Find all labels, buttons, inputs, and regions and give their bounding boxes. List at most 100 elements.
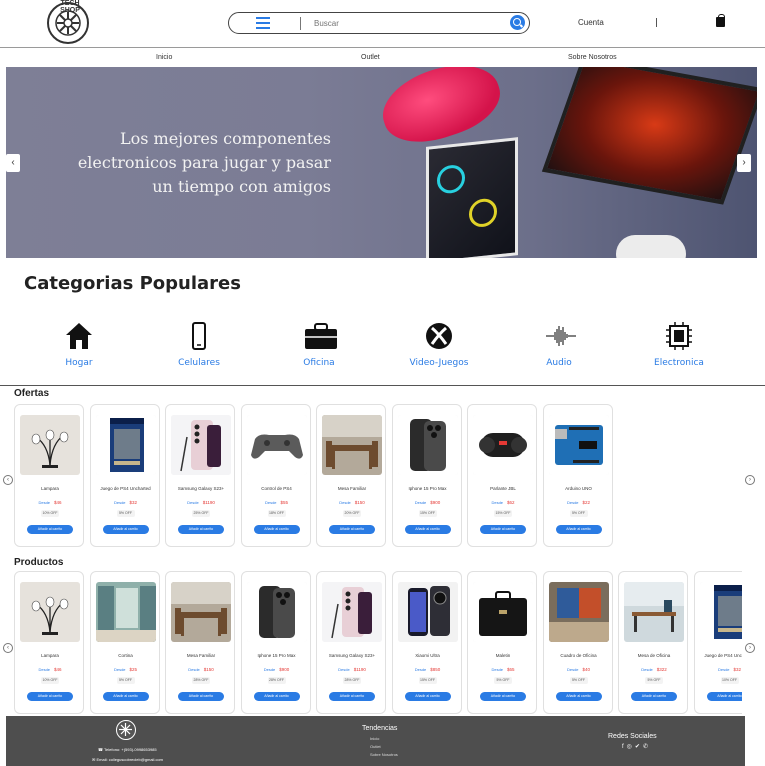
product-name[interactable]: Iphone 15 Pro Max (242, 653, 312, 658)
product-image[interactable] (95, 415, 156, 475)
product-name[interactable]: Lampara (15, 653, 85, 658)
product-image[interactable] (473, 582, 533, 642)
shopping-bag-icon[interactable] (716, 14, 725, 27)
footer-link-outlet[interactable]: Outlet (370, 744, 381, 749)
offers-next-button[interactable]: › (745, 475, 755, 485)
product-name[interactable]: Cuadro de Oficina (544, 653, 614, 658)
product-card[interactable]: Cuadro de Oficina Desde $40 5% OFF Añadir al… (542, 571, 614, 714)
product-image[interactable] (397, 582, 458, 642)
product-name[interactable]: Juego de PS4 Uncharted (91, 486, 161, 491)
product-image[interactable] (246, 582, 307, 642)
add-to-cart-button[interactable]: Añadir al carrito (480, 692, 526, 701)
product-image[interactable] (548, 415, 609, 475)
product-card[interactable]: Juego de PS4 Uncharted Desde$32 10% OFF Aña… (693, 571, 742, 714)
product-image[interactable] (246, 415, 307, 475)
product-name[interactable]: Maletin (468, 653, 538, 658)
twitter-icon[interactable]: ✔ (635, 744, 643, 750)
search-icon[interactable] (510, 15, 525, 30)
footer-logo[interactable] (116, 720, 136, 740)
product-name[interactable]: Mesa Familiar (166, 653, 236, 658)
instagram-icon[interactable]: ◎ (627, 744, 635, 750)
product-card[interactable]: Xiaomi Ultra Desde $850 15% OFF Añadir al ca… (391, 571, 463, 714)
product-name[interactable]: Parlante JBL (468, 486, 538, 491)
category-oficina[interactable]: Oficina (274, 322, 364, 368)
add-to-cart-button[interactable]: Añadir al carrito (631, 692, 677, 701)
product-name[interactable]: Juego de PS4 Uncharted (695, 653, 742, 658)
product-card[interactable]: Control de PS4 Desde $55 18% OFF Añadir al c… (240, 404, 312, 547)
category-video-juegos[interactable]: Video-Juegos (394, 322, 484, 368)
hamburger-menu-icon[interactable] (256, 17, 270, 29)
product-image[interactable] (699, 582, 742, 642)
category-celulares[interactable]: Celulares (154, 322, 244, 368)
product-card[interactable]: Lampara Desde $46 10% OFF Añadir al carrito (14, 571, 84, 714)
category-hogar[interactable]: Hogar (34, 322, 124, 368)
product-image[interactable] (624, 582, 684, 642)
product-name[interactable]: Control de PS4 (242, 486, 312, 491)
offers-prev-button[interactable]: ‹ (3, 475, 13, 485)
footer-link-inicio[interactable]: Inicio (370, 736, 379, 741)
product-card[interactable]: Maletin Desde $65 5% OFF Añadir al carrito (467, 571, 537, 714)
product-name[interactable]: Mesa Familiar (317, 486, 387, 491)
add-to-cart-button[interactable]: Añadir al carrito (102, 525, 149, 534)
product-image[interactable] (171, 582, 231, 642)
add-to-cart-button[interactable]: Añadir al carrito (480, 525, 526, 534)
add-to-cart-button[interactable]: Añadir al carrito (555, 525, 602, 534)
add-to-cart-button[interactable]: Añadir al carrito (27, 692, 73, 701)
product-card[interactable]: Mesa Familiar Desde $150 28% OFF Añadir al c… (165, 571, 235, 714)
add-to-cart-button[interactable]: Añadir al carrito (706, 692, 742, 701)
account-link[interactable]: Cuenta (578, 18, 604, 27)
add-to-cart-button[interactable]: Añadir al carrito (555, 692, 602, 701)
nav-item-sobre-nosotros[interactable]: Sobre Nosotros (568, 54, 617, 61)
product-image[interactable] (20, 415, 80, 475)
nav-item-outlet[interactable]: Outlet (361, 54, 380, 61)
product-image[interactable] (20, 582, 80, 642)
add-to-cart-button[interactable]: Añadir al carrito (253, 692, 300, 701)
product-name[interactable]: Samsung Galaxy S23+ (166, 486, 236, 491)
product-card[interactable]: Samsung Galaxy S23+ Desde $1190 25% OFF Añad… (165, 404, 235, 547)
product-card[interactable]: Mesa Familiar Desde $150 20% OFF Añadir al c… (316, 404, 386, 547)
product-image[interactable] (397, 415, 458, 475)
products-next-button[interactable]: › (745, 643, 755, 653)
whatsapp-icon[interactable]: ✆ (643, 744, 651, 750)
category-audio[interactable]: Audio (514, 322, 604, 368)
product-card[interactable]: Mesa de Oficina Desde $322 5% OFF Añadir al … (618, 571, 688, 714)
product-image[interactable] (322, 582, 382, 642)
hero-next-button[interactable]: › (737, 154, 751, 172)
product-card[interactable]: Parlante JBL Desde $62 15% OFF Añadir al car… (467, 404, 537, 547)
add-to-cart-button[interactable]: Añadir al carrito (178, 525, 224, 534)
hero-prev-button[interactable]: ‹ (6, 154, 20, 172)
add-to-cart-button[interactable]: Añadir al carrito (329, 525, 375, 534)
product-card[interactable]: Iphone 15 Pro Max Desde $900 28% OFF Añadir … (240, 571, 312, 714)
product-name[interactable]: Samsung Galaxy S23+ (317, 653, 387, 658)
product-card[interactable]: Samsung Galaxy S23+ Desde $1190 28% OFF Añad… (316, 571, 386, 714)
product-image[interactable] (171, 415, 231, 475)
add-to-cart-button[interactable]: Añadir al carrito (329, 692, 375, 701)
footer-link-sobre-nosotros[interactable]: Sobre Nosotros (370, 752, 398, 757)
product-image[interactable] (95, 582, 156, 642)
add-to-cart-button[interactable]: Añadir al carrito (102, 692, 149, 701)
product-name[interactable]: Arduino UNO (544, 486, 614, 491)
add-to-cart-button[interactable]: Añadir al carrito (253, 525, 300, 534)
product-card[interactable]: Juego de PS4 Uncharted Desde $32 5% OFF Añad… (89, 404, 161, 547)
nav-item-inicio[interactable]: Inicio (156, 54, 172, 61)
add-to-cart-button[interactable]: Añadir al carrito (27, 525, 73, 534)
add-to-cart-button[interactable]: Añadir al carrito (178, 692, 224, 701)
product-name[interactable]: Iphone 15 Pro Max (393, 486, 463, 491)
product-image[interactable] (322, 415, 382, 475)
product-name[interactable]: Xiaomi Ultra (393, 653, 463, 658)
add-to-cart-button[interactable]: Añadir al carrito (404, 525, 451, 534)
product-card[interactable]: Iphone 15 Pro Max Desde $900 15% OFF Añadir … (391, 404, 463, 547)
product-name[interactable]: Mesa de Oficina (619, 653, 689, 658)
product-image[interactable] (548, 582, 609, 642)
product-image[interactable] (473, 415, 533, 475)
category-electronica[interactable]: Electronica (634, 322, 724, 368)
products-prev-button[interactable]: ‹ (3, 643, 13, 653)
product-card[interactable]: Arduino UNO Desde $22 5% OFF Añadir al carri… (542, 404, 614, 547)
product-name[interactable]: Cortina (91, 653, 161, 658)
price-prefix: Desde (263, 667, 276, 672)
product-card[interactable]: Cortina Desde $25 5% OFF Añadir al carrito (89, 571, 161, 714)
product-name[interactable]: Lampara (15, 486, 85, 491)
search-input[interactable] (314, 15, 494, 31)
product-card[interactable]: Lampara Desde $46 10% OFF Añadir al carrito (14, 404, 84, 547)
add-to-cart-button[interactable]: Añadir al carrito (404, 692, 451, 701)
